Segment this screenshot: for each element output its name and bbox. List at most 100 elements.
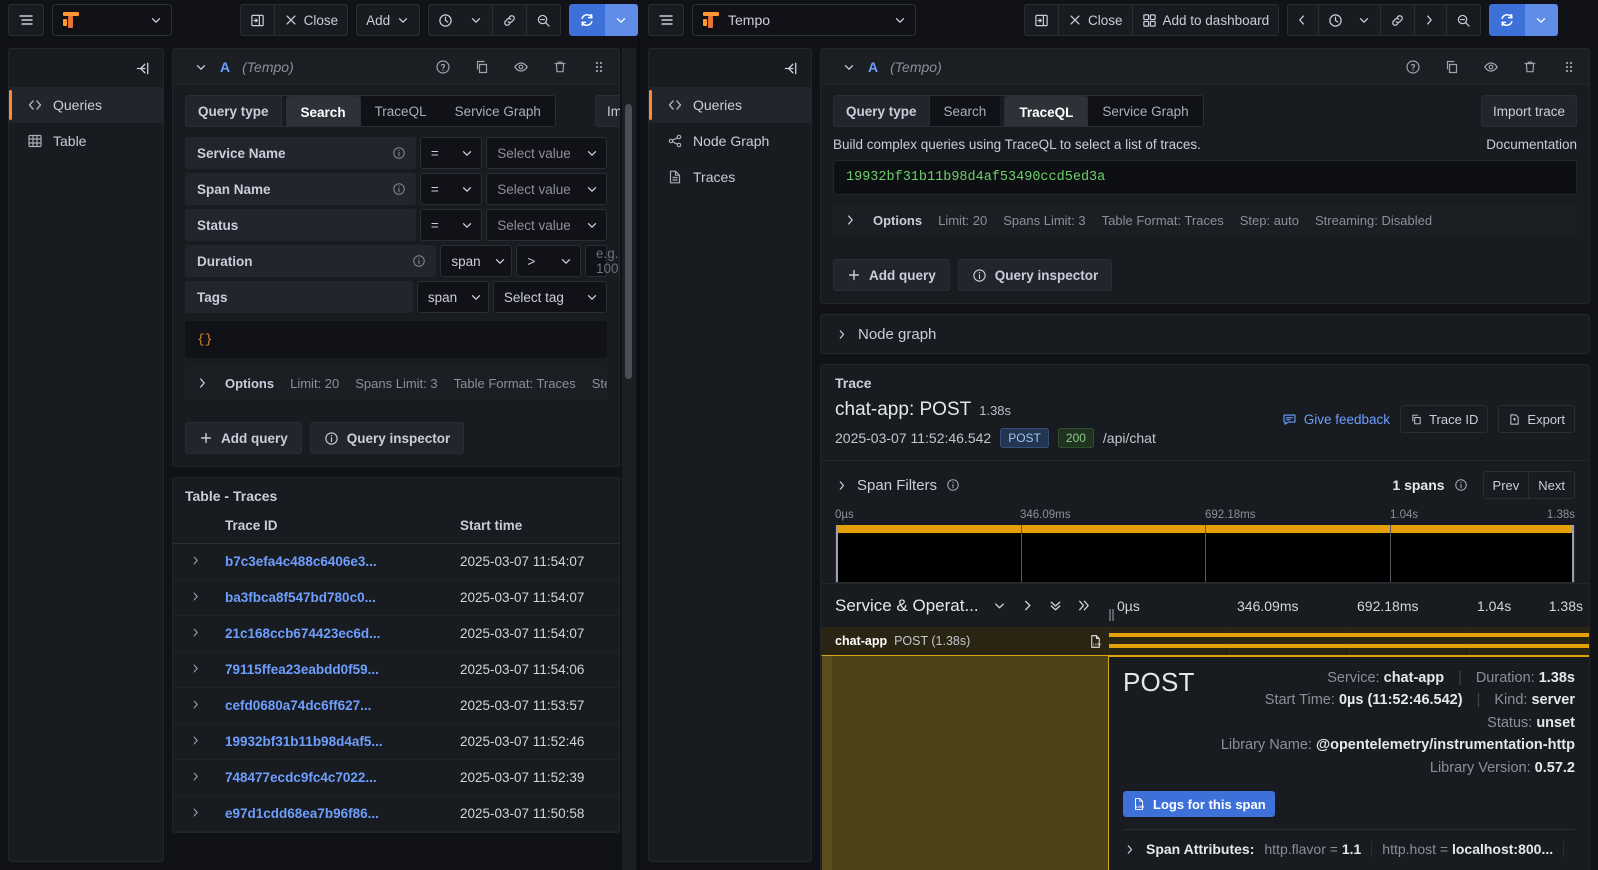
query-inspector-button-right[interactable]: Query inspector <box>957 259 1113 291</box>
expand-all-icon[interactable] <box>1076 598 1091 613</box>
time-shift-forward-button[interactable] <box>1415 4 1448 36</box>
table-row[interactable]: 79115ffea23eabdd0f59... 2025-03-07 11:54:… <box>173 651 619 688</box>
trace-id-link[interactable]: ba3fbca8f547bd780c0... <box>225 590 376 605</box>
tab-search[interactable]: Search <box>929 96 1001 126</box>
expand-one-level-icon[interactable] <box>1020 598 1035 613</box>
refresh-interval-button[interactable] <box>604 4 638 36</box>
import-trace-button-right[interactable]: Import trace <box>1480 95 1577 127</box>
tab-search[interactable]: Search <box>285 96 361 126</box>
node-graph-card[interactable]: Node graph <box>820 314 1590 354</box>
timeline-span-row[interactable]: chat-app POST (1.38s) LOG <box>821 627 1589 655</box>
datasource-picker-left[interactable] <box>51 4 172 36</box>
chevron-right-icon[interactable] <box>835 479 848 492</box>
trace-id-cell[interactable]: 19932bf31b11b98d4af5... <box>217 723 452 760</box>
table-row[interactable]: cefd0680a74dc6ff627... 2025-03-07 11:53:5… <box>173 687 619 724</box>
span-filters-label[interactable]: Span Filters <box>857 477 937 494</box>
next-span-button[interactable]: Next <box>1529 471 1575 499</box>
table-row[interactable]: ba3fbca8f547bd780c0... 2025-03-07 11:54:0… <box>173 579 619 616</box>
minimap-left-handle[interactable] <box>836 525 838 582</box>
span-name-operator-select[interactable]: = <box>419 173 483 205</box>
tags-select[interactable]: Select tag <box>492 281 607 313</box>
collapse-rail-button-right[interactable] <box>649 49 811 87</box>
trash-icon[interactable] <box>1522 59 1538 75</box>
trace-id-link[interactable]: 79115ffea23eabdd0f59... <box>225 662 379 677</box>
trace-id-link[interactable]: 748477ecdc9fc4c7022... <box>225 770 377 785</box>
left-scrollbar-thumb[interactable] <box>625 104 632 379</box>
duration-scope-select[interactable]: span <box>440 245 513 277</box>
trace-id-link[interactable]: 19932bf31b11b98d4af5... <box>225 734 383 749</box>
table-row[interactable]: e97d1cdd68ea7b96f86... 2025-03-07 11:50:5… <box>173 795 619 832</box>
documentation-link[interactable]: Documentation <box>1486 137 1577 152</box>
logs-for-this-span-button[interactable]: LOG Logs for this span <box>1123 791 1275 818</box>
tab-service-graph[interactable]: Service Graph <box>440 96 555 126</box>
expand-row-button[interactable] <box>173 615 217 652</box>
trace-id-cell[interactable]: 21c168ccb674423ec6d... <box>217 615 452 652</box>
time-range-button[interactable] <box>428 4 494 36</box>
info-icon[interactable] <box>1454 478 1468 492</box>
time-shift-back-button[interactable] <box>1287 4 1320 36</box>
sidebar-item-node-graph[interactable]: Node Graph <box>649 123 811 159</box>
duration-comparator-select[interactable]: > <box>516 245 581 277</box>
duration-input[interactable]: e.g. 100 <box>585 245 619 277</box>
sidebar-item-table-left[interactable]: Table <box>9 123 163 159</box>
expand-row-button[interactable] <box>173 795 217 832</box>
copy-link-button[interactable] <box>493 4 528 36</box>
options-row-left[interactable]: Options Limit: 20 Spans Limit: 3 Table F… <box>185 366 607 400</box>
add-query-button-left[interactable]: Add query <box>185 422 302 454</box>
sidebar-item-traces[interactable]: Traces <box>649 159 811 195</box>
expand-row-button[interactable] <box>173 759 217 796</box>
expand-row-button[interactable] <box>173 723 217 760</box>
refresh-button[interactable] <box>568 4 605 36</box>
query-inspector-button-left[interactable]: Query inspector <box>309 422 465 454</box>
expand-row-button[interactable] <box>173 651 217 688</box>
span-attributes-row[interactable]: Span Attributes: http.flavor = 1.1 http.… <box>1123 829 1575 858</box>
trace-minimap[interactable]: 0µs 346.09ms 692.18ms 1.04s 1.38s <box>821 509 1589 583</box>
refresh-interval-button-right[interactable] <box>1525 4 1559 36</box>
table-row[interactable]: 21c168ccb674423ec6d... 2025-03-07 11:54:0… <box>173 615 619 652</box>
tab-traceql[interactable]: TraceQL <box>360 96 441 126</box>
status-operator-select[interactable]: = <box>419 209 483 241</box>
table-row[interactable]: b7c3efa4c488c6406e3... 2025-03-07 11:54:0… <box>173 543 619 580</box>
trace-id-cell[interactable]: 748477ecdc9fc4c7022... <box>217 759 452 796</box>
span-name-value-select[interactable]: Select value <box>486 173 607 205</box>
options-row-right[interactable]: Options Limit: 20 Spans Limit: 3 Table F… <box>833 203 1577 237</box>
prev-span-button[interactable]: Prev <box>1482 471 1530 499</box>
trace-id-link[interactable]: b7c3efa4c488c6406e3... <box>225 554 377 569</box>
sidebar-item-queries-left[interactable]: Queries <box>9 87 163 123</box>
zoom-out-button[interactable] <box>527 4 562 36</box>
collapse-all-icon[interactable] <box>1048 598 1063 613</box>
trace-id-button[interactable]: Trace ID <box>1400 405 1489 433</box>
eye-icon[interactable] <box>1483 59 1499 75</box>
info-icon[interactable] <box>392 182 406 196</box>
refresh-button-right[interactable] <box>1489 4 1526 36</box>
zoom-out-button-right[interactable] <box>1447 4 1482 36</box>
datasource-picker-right[interactable]: Tempo <box>692 4 916 36</box>
minimap-body[interactable] <box>835 525 1575 583</box>
eye-icon[interactable] <box>513 59 529 75</box>
expand-row-button[interactable] <box>173 579 217 616</box>
split-pane-button[interactable] <box>239 4 275 36</box>
copy-link-button-right[interactable] <box>1381 4 1416 36</box>
service-name-operator-select[interactable]: = <box>419 137 483 169</box>
traceql-query-input[interactable]: 19932bf31b11b98d4af53490ccd5ed3a <box>833 160 1577 195</box>
trace-id-cell[interactable]: 79115ffea23eabdd0f59... <box>217 651 452 688</box>
help-icon[interactable] <box>435 59 451 75</box>
duplicate-icon[interactable] <box>1444 59 1460 75</box>
chevron-down-icon[interactable] <box>842 60 856 74</box>
trace-id-link[interactable]: cefd0680a74dc6ff627... <box>225 698 371 713</box>
info-icon[interactable] <box>392 146 406 160</box>
drag-handle-icon[interactable] <box>591 59 607 75</box>
node-graph-toggle[interactable]: Node graph <box>821 315 1589 353</box>
info-icon[interactable] <box>412 254 426 268</box>
query-ref-id[interactable]: A <box>868 59 878 75</box>
collapse-rail-button-left[interactable] <box>9 49 163 87</box>
table-row[interactable]: 748477ecdc9fc4c7022... 2025-03-07 11:52:3… <box>173 759 619 796</box>
trash-icon[interactable] <box>552 59 568 75</box>
help-icon[interactable] <box>1405 59 1421 75</box>
timeline-column-resizer[interactable] <box>1107 608 1115 622</box>
import-trace-button-left[interactable]: Imp <box>595 95 620 127</box>
menu-button[interactable] <box>7 4 44 36</box>
split-pane-button-right[interactable] <box>1024 4 1059 36</box>
export-button[interactable]: Export <box>1498 405 1575 433</box>
close-pane-button[interactable]: Close <box>274 4 349 36</box>
